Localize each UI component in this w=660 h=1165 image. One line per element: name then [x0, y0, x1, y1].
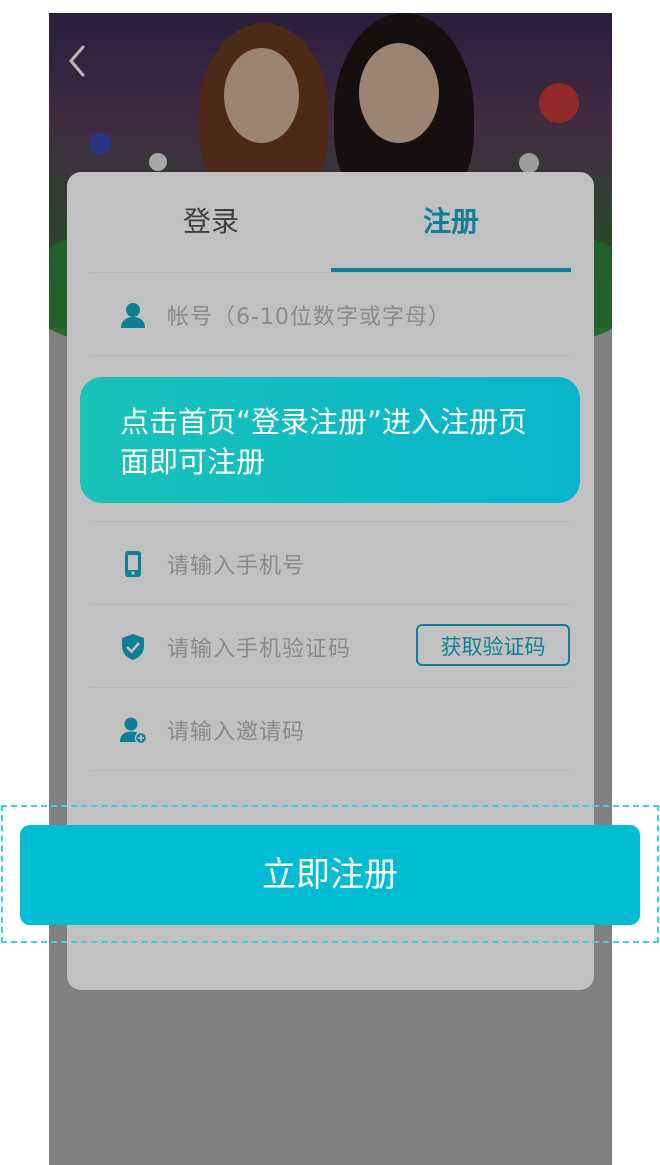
tooltip-line-1: 点击首页“登录注册”进入注册页 [120, 405, 528, 439]
phone-icon [125, 551, 141, 577]
active-tab-indicator [331, 268, 571, 272]
account-input-placeholder: 帐号（6-10位数字或字母） [167, 305, 451, 330]
tab-register[interactable]: 注册 [331, 200, 571, 240]
tooltip-line-2: 面即可注册 [120, 445, 266, 479]
user-add-icon [120, 717, 147, 744]
auth-tabs: 登录 注册 [91, 172, 571, 273]
phone-screen: 登录 注册 帐号（6-10位数字或字母） 请输入手机号 请输入手机验证码 获取验… [49, 13, 612, 1165]
register-submit-button[interactable]: 立即注册 [20, 825, 640, 925]
shield-check-icon [122, 634, 144, 660]
get-code-button[interactable]: 获取验证码 [416, 624, 570, 666]
phone-field[interactable]: 请输入手机号 [91, 522, 570, 605]
guide-tooltip: 点击首页“登录注册”进入注册页 面即可注册 [80, 377, 580, 503]
sms-code-input-placeholder: 请输入手机验证码 [167, 637, 352, 662]
account-field[interactable]: 帐号（6-10位数字或字母） [91, 273, 570, 356]
invite-code-input-placeholder: 请输入邀请码 [167, 720, 306, 745]
user-icon [121, 303, 145, 328]
sms-code-field[interactable]: 请输入手机验证码 获取验证码 [91, 605, 570, 688]
invite-code-field[interactable]: 请输入邀请码 [91, 688, 570, 771]
tab-login[interactable]: 登录 [91, 200, 331, 240]
phone-input-placeholder: 请输入手机号 [167, 554, 306, 579]
